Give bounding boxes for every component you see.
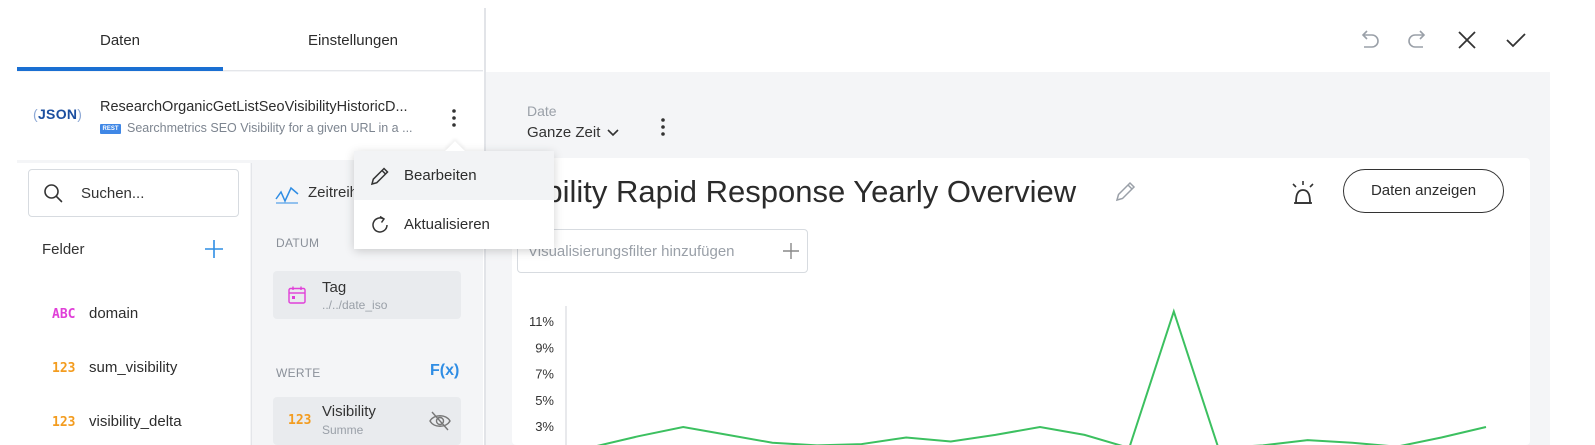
- value-field-type-badge: 123: [288, 413, 312, 428]
- chevron-down-icon[interactable]: [606, 126, 620, 140]
- undo-icon[interactable]: [1355, 26, 1383, 54]
- date-field-path: ../../date_iso: [322, 298, 388, 312]
- field-name: visibility_delta: [89, 413, 182, 430]
- menu-item-label: Aktualisieren: [404, 216, 490, 233]
- eye-off-icon[interactable]: [428, 410, 452, 432]
- more-vertical-icon[interactable]: [446, 107, 462, 129]
- redo-icon[interactable]: [1404, 26, 1432, 54]
- field-type-badge: 123: [52, 361, 76, 376]
- json-logo: (JSON): [33, 106, 83, 122]
- search-input[interactable]: [81, 182, 231, 204]
- show-data-button[interactable]: Daten anzeigen: [1343, 169, 1504, 213]
- rest-badge: REST: [100, 124, 121, 134]
- value-field-pill[interactable]: 123 Visibility Summe: [273, 397, 461, 445]
- tab-daten[interactable]: Daten: [17, 8, 223, 71]
- more-vertical-icon[interactable]: [656, 116, 670, 138]
- close-icon[interactable]: [1453, 26, 1481, 54]
- active-tab-indicator: [17, 67, 223, 71]
- search-box[interactable]: [28, 169, 239, 217]
- werte-section-label: WERTE: [276, 366, 321, 380]
- check-icon[interactable]: [1502, 26, 1530, 54]
- date-field-pill[interactable]: Tag ../../date_iso: [273, 271, 461, 319]
- tab-einstellungen[interactable]: Einstellungen: [223, 8, 483, 71]
- pencil-icon: [370, 167, 389, 186]
- y-tick-label: 5%: [535, 393, 554, 408]
- value-field-aggregation: Summe: [322, 423, 364, 437]
- plus-icon[interactable]: [781, 241, 801, 261]
- y-tick-label: 7%: [535, 367, 554, 382]
- pencil-icon[interactable]: [1112, 179, 1138, 205]
- fx-button[interactable]: F(x): [430, 362, 459, 380]
- field-item[interactable]: 123 visibility_delta: [17, 403, 250, 443]
- visualization-title[interactable]: Visibility Rapid Response Yearly Overvie…: [512, 174, 1076, 210]
- field-item[interactable]: 123 sum_visibility: [17, 349, 250, 389]
- toolbar: [486, 8, 1552, 72]
- datum-section-label: DATUM: [276, 236, 320, 250]
- y-tick-label: 11%: [529, 314, 554, 329]
- date-filter-value[interactable]: Ganze Zeit: [527, 124, 600, 141]
- datasource-subtitle: Searchmetrics SEO Visibility for a given…: [127, 121, 413, 135]
- visualization-area: Date Ganze Zeit Visibility Rapid Respons…: [484, 8, 1552, 445]
- menu-item-aktualisieren[interactable]: Aktualisieren: [354, 200, 554, 249]
- series-line: [596, 308, 1487, 445]
- datasource-context-menu: Bearbeiten Aktualisieren: [354, 141, 554, 249]
- visualization-filter-placeholder: Visualisierungsfilter hinzufügen: [528, 243, 735, 260]
- field-name: sum_visibility: [89, 359, 178, 376]
- date-filter-label: Date: [527, 103, 557, 119]
- y-tick-label: 3%: [535, 419, 554, 434]
- visualization-filter-input[interactable]: Visualisierungsfilter hinzufügen: [517, 229, 808, 273]
- fields-label: Felder: [42, 241, 85, 258]
- alert-bell-icon[interactable]: [1287, 178, 1319, 208]
- menu-item-bearbeiten[interactable]: Bearbeiten: [354, 151, 554, 200]
- field-type-badge: ABC: [52, 307, 76, 322]
- visualization-card: Visibility Rapid Response Yearly Overvie…: [512, 158, 1530, 445]
- fields-column: Felder ABC domain 123 sum_visibility 123…: [17, 163, 250, 445]
- field-name: domain: [89, 305, 139, 322]
- tab-bar: Daten Einstellungen: [17, 8, 483, 71]
- menu-item-label: Bearbeiten: [404, 167, 477, 184]
- date-field-name: Tag: [322, 279, 347, 296]
- timeseries-icon: [275, 186, 299, 204]
- datasource-title: ResearchOrganicGetListSeoVisibilityHisto…: [100, 99, 408, 115]
- datasource-card[interactable]: (JSON) ResearchOrganicGetListSeoVisibili…: [17, 72, 483, 160]
- refresh-icon: [372, 215, 388, 233]
- search-icon: [44, 184, 63, 203]
- value-field-name: Visibility: [322, 403, 376, 420]
- calendar-icon: [288, 286, 306, 304]
- y-tick-label: 9%: [535, 340, 554, 355]
- line-chart: 11% 9% 7% 5% 3%: [529, 306, 1487, 445]
- add-field-icon[interactable]: [203, 238, 225, 260]
- field-type-badge: 123: [52, 415, 76, 430]
- json-logo-text: JSON: [37, 106, 78, 122]
- field-item[interactable]: ABC domain: [17, 295, 250, 335]
